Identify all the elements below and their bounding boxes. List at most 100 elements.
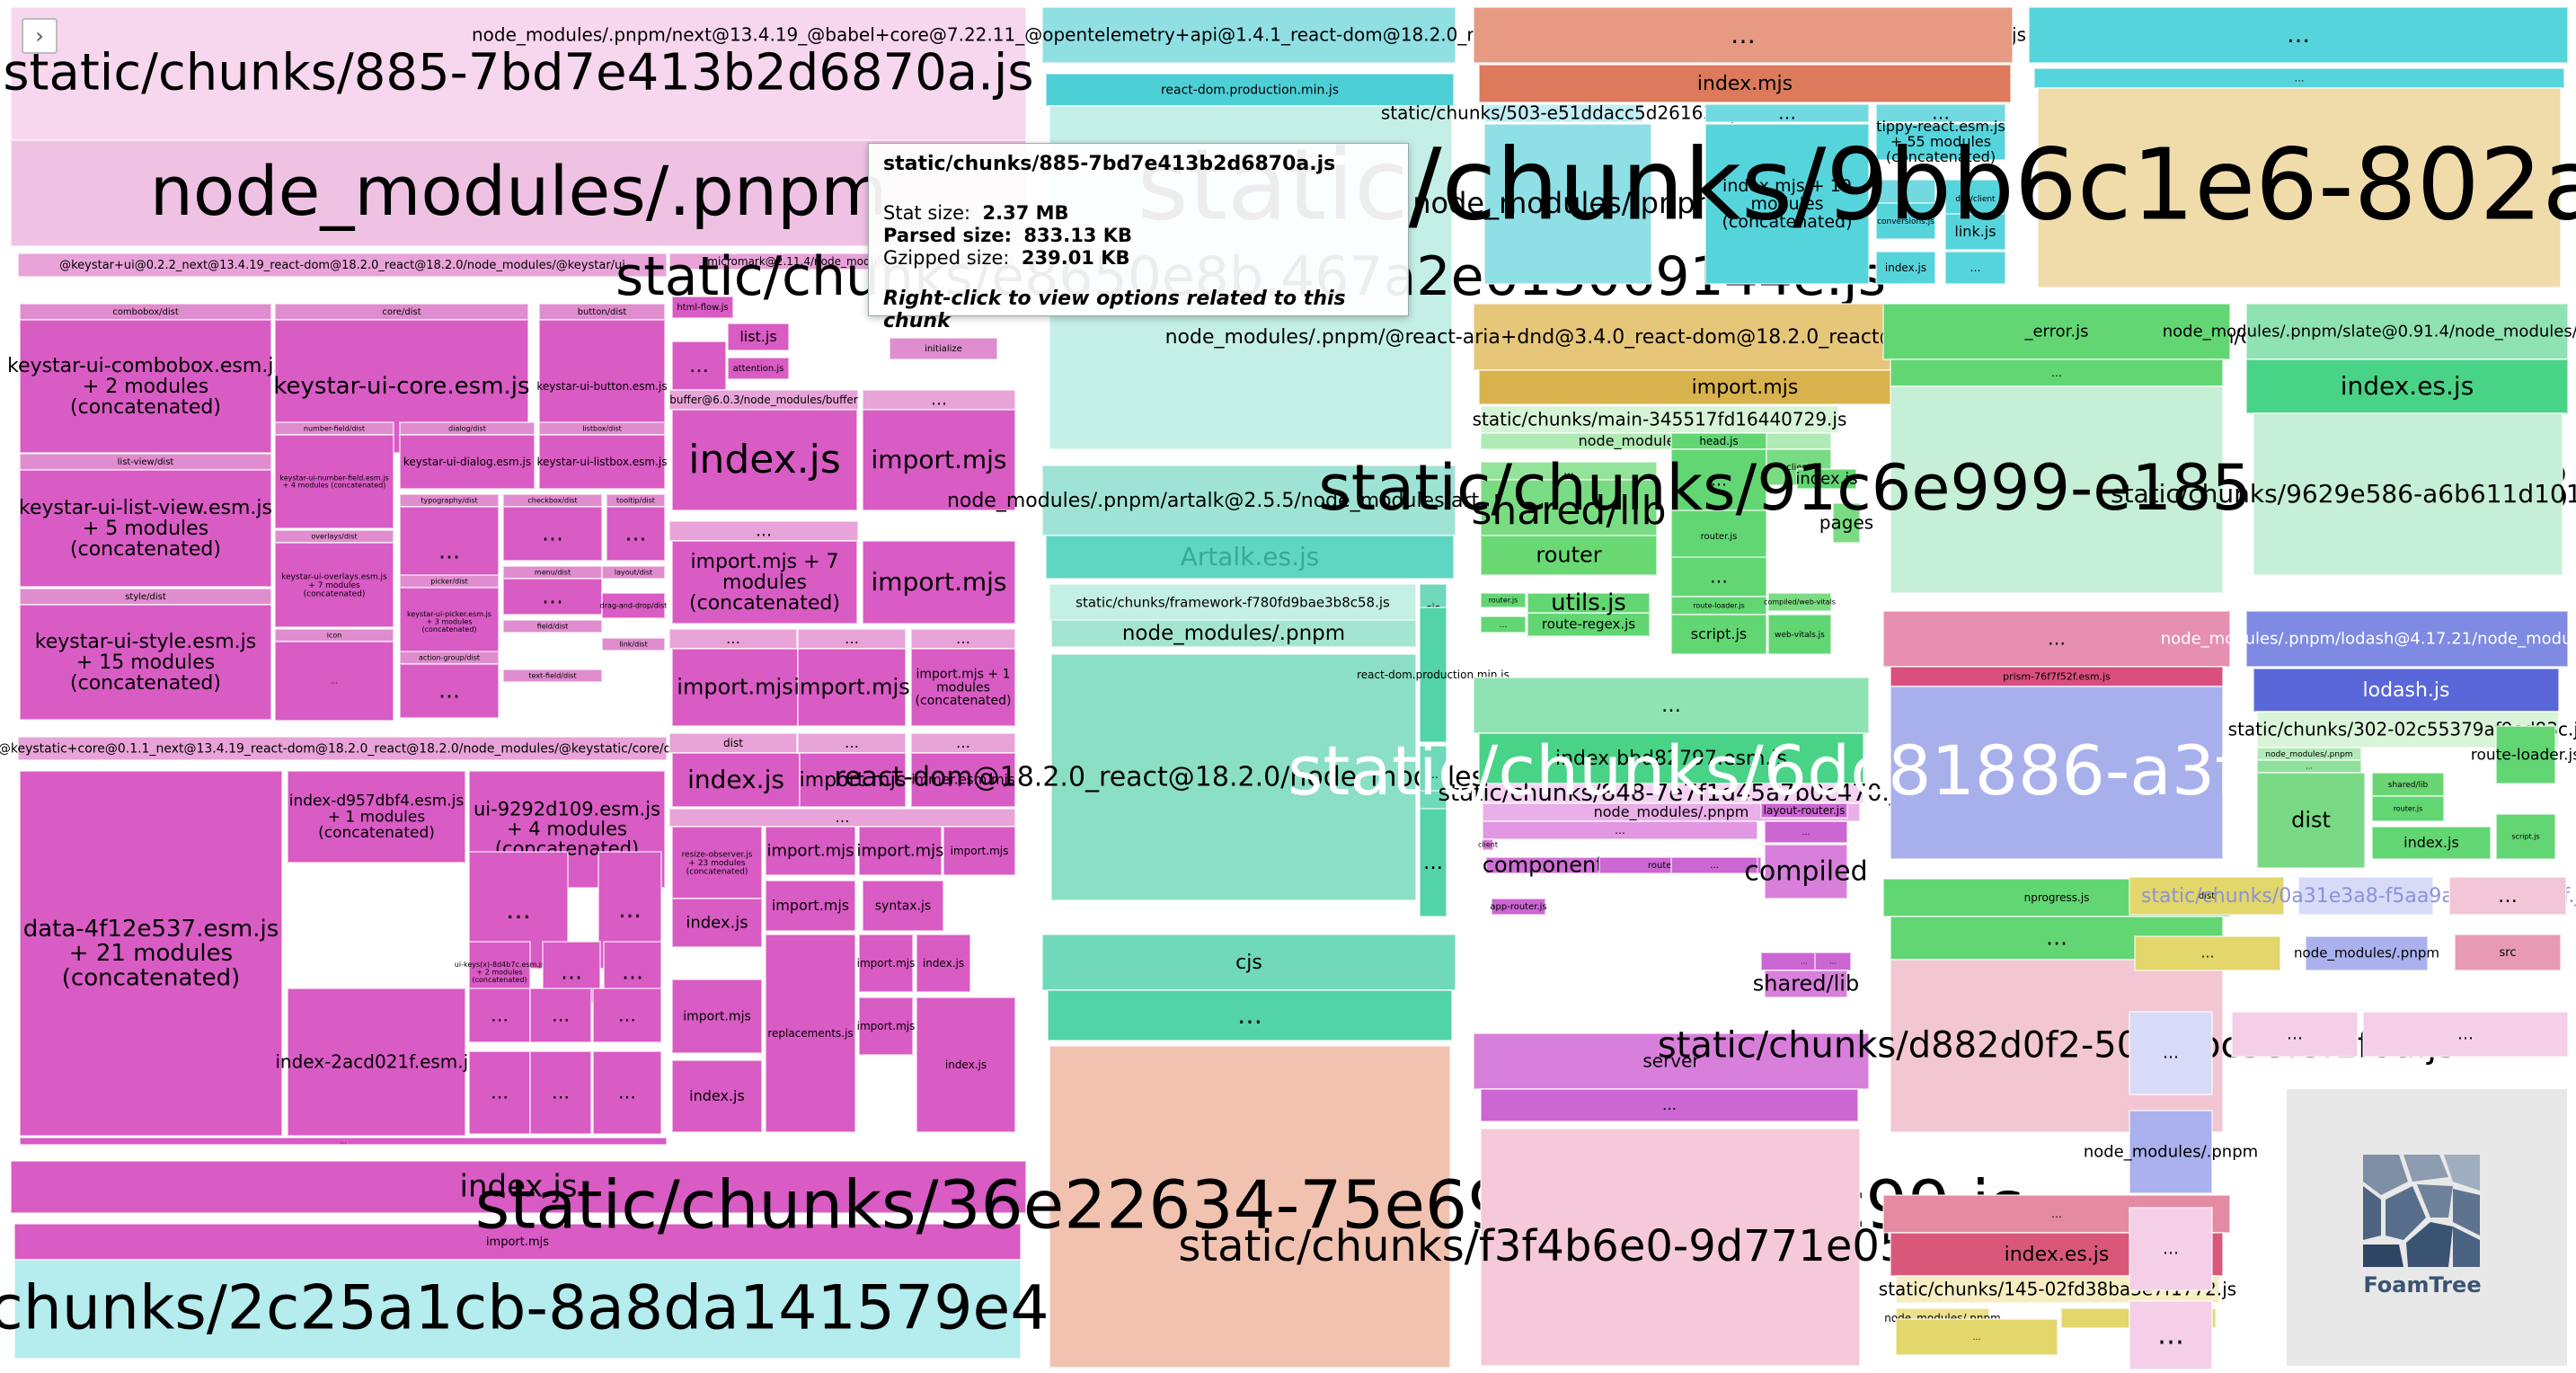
treemap-cell[interactable]: …	[19, 1137, 668, 1146]
treemap-cell[interactable]: compiled	[1744, 844, 1868, 899]
treemap-cell[interactable]: node_modules/.pnpm	[1480, 432, 1832, 450]
treemap-cell[interactable]: …	[797, 732, 907, 754]
treemap-cell[interactable]: keystar-ui-dialog.esm.js	[399, 434, 536, 490]
treemap-cell[interactable]: …	[1047, 989, 1453, 1041]
treemap-cell[interactable]: index.js	[916, 934, 971, 993]
treemap-cell[interactable]: script.js	[2495, 813, 2556, 860]
treemap-cell[interactable]: router.js	[2371, 795, 2445, 822]
treemap-cell[interactable]: import.mjs	[943, 826, 1016, 876]
treemap-cell[interactable]: …	[1482, 820, 1758, 840]
treemap-cell[interactable]: import.mjs	[671, 648, 799, 727]
treemap-cell[interactable]: checkbox/dist	[502, 493, 603, 508]
treemap-cell[interactable]: …	[2028, 6, 2569, 64]
treemap-cell[interactable]: import.mjs	[765, 826, 856, 876]
treemap-cell[interactable]: node_modules/.pnpm	[1050, 619, 1417, 648]
treemap-cell[interactable]: …	[2256, 759, 2362, 774]
treemap-cell[interactable]: …	[1480, 1088, 1859, 1122]
treemap-cell[interactable]: …	[502, 578, 603, 616]
treemap-cell[interactable]: components	[1483, 853, 1616, 878]
treemap-cell[interactable]: prism-76f7f52f.esm.js	[1890, 666, 2224, 687]
treemap-cell[interactable]: …	[2129, 1207, 2213, 1291]
treemap-cell[interactable]: …	[468, 1050, 531, 1135]
treemap-cell[interactable]: data-4f12e537.esm.js + 21 modules (concate…	[19, 770, 283, 1137]
treemap-cell[interactable]: index-d957dbf4.esm.js + 1 modules (concate…	[287, 770, 466, 864]
treemap-cell[interactable]: icon	[274, 628, 394, 642]
treemap-cell[interactable]: node_modules/.pnpm	[2256, 747, 2362, 761]
treemap-cell[interactable]: picker/dist	[399, 574, 500, 589]
treemap-cell[interactable]: layout/dist	[601, 565, 666, 580]
treemap-cell[interactable]: …	[1473, 6, 2014, 64]
treemap-cell[interactable]: import.mjs	[671, 979, 763, 1054]
treemap-cell[interactable]: import.mjs	[793, 648, 910, 727]
treemap-cell[interactable]: import.mjs + 1 modules (concatenated)	[910, 648, 1016, 727]
treemap-cell[interactable]: keystar-ui-overlays.esm.js + 7 modules (co…	[274, 542, 394, 628]
treemap-cell[interactable]: …	[2231, 1011, 2359, 1058]
treemap-cell[interactable]: …	[910, 732, 1016, 754]
treemap-cell[interactable]: router.js	[1480, 592, 1527, 608]
treemap-cell[interactable]: typography/dist	[399, 493, 500, 508]
treemap-cell[interactable]: src	[2454, 934, 2562, 971]
treemap-cell[interactable]: …	[797, 628, 907, 650]
treemap-cell[interactable]: attention.js	[727, 357, 790, 380]
treemap-cell[interactable]: static/chunks/503-e51ddacc5d261633.js	[1381, 102, 1746, 123]
treemap-cell[interactable]: listbox/dist	[538, 421, 666, 436]
treemap-cell[interactable]: node_modules/.pnpm	[2294, 935, 2439, 971]
treemap-cell[interactable]: static/chunks/main-345517fd16440729.js	[1473, 405, 1847, 434]
treemap-cell[interactable]: resize-observer.js + 23 modules (concatena…	[671, 826, 763, 899]
treemap-cell[interactable]: text-field/dist	[502, 669, 603, 683]
treemap-cell[interactable]: index.mjs	[1478, 64, 2012, 103]
treemap-cell[interactable]: …	[1814, 952, 1852, 971]
treemap-cell[interactable]: …	[1480, 616, 1527, 633]
treemap-cell[interactable]: shared/lib	[1753, 970, 1859, 998]
treemap-cell[interactable]: index-2acd021f.esm.js	[275, 988, 478, 1137]
treemap-cell[interactable]: …	[529, 988, 592, 1043]
treemap-cell[interactable]: …	[592, 1050, 662, 1135]
treemap-cell[interactable]: …	[668, 520, 859, 542]
treemap-cell[interactable]: overlays/dist	[274, 529, 394, 544]
treemap-cell[interactable]: …	[668, 628, 798, 650]
treemap-cell[interactable]: dist	[668, 732, 798, 754]
treemap-cell[interactable]: Artalk.es.js	[1045, 535, 1455, 580]
treemap-cell[interactable]: …	[1890, 359, 2224, 387]
treemap-cell[interactable]: buffer@6.0.3/node_modules/buffer	[668, 389, 859, 411]
treemap-cell[interactable]: import.mjs + 7 modules (concatenated)	[671, 540, 858, 624]
treemap-cell[interactable]: …	[399, 663, 500, 719]
treemap-cell[interactable]: link/dist	[601, 637, 666, 651]
treemap-cell[interactable]: @keystatic+core@0.1.1_next@13.4.19_react…	[0, 736, 687, 761]
treemap-cell[interactable]: lodash.js	[2253, 668, 2560, 713]
treemap-cell[interactable]: …	[2362, 1011, 2569, 1058]
treemap-cell[interactable]: utils.js	[1527, 589, 1651, 616]
treemap-cell[interactable]: index.js	[2371, 826, 2492, 860]
treemap-cell[interactable]: index.js	[671, 409, 858, 511]
treemap-cell[interactable]: keystar-ui-listbox.esm.js	[537, 434, 668, 490]
treemap-cell[interactable]: …	[2134, 935, 2281, 971]
treemap-cell[interactable]: keystar-ui-list-view.esm.js + 5 modules (c…	[19, 469, 272, 588]
treemap-cell[interactable]: client	[1478, 838, 1498, 851]
treemap-cell[interactable]: import.mjs	[856, 826, 944, 876]
treemap-cell[interactable]: …	[468, 988, 531, 1043]
treemap-cell[interactable]: …	[671, 341, 727, 391]
treemap-cell[interactable]: number-field/dist	[274, 421, 394, 436]
treemap-cell[interactable]: style/dist	[19, 588, 272, 606]
treemap-cell[interactable]: …	[2448, 876, 2567, 916]
treemap-cell[interactable]: index.js	[671, 1059, 763, 1133]
treemap-cell[interactable]: …	[274, 641, 394, 722]
treemap-cell[interactable]: script.js	[1670, 614, 1767, 655]
treemap-cell[interactable]: combobox/dist	[19, 303, 272, 321]
treemap-cell[interactable]: dist	[2256, 772, 2366, 869]
treemap-cell[interactable]: …	[668, 808, 1016, 828]
treemap-cell[interactable]: …	[910, 628, 1016, 650]
treemap-cell[interactable]: …	[1944, 251, 2006, 285]
treemap-cell[interactable]: keystar-ui-picker.esm.js + 3 modules (conc…	[399, 587, 500, 657]
treemap-cell[interactable]: index.es.js	[2245, 359, 2569, 414]
treemap-cell[interactable]: @keystar+ui@0.2.2_next@13.4.19_react-dom…	[17, 252, 668, 278]
treemap-cell[interactable]: syntax.js	[862, 880, 944, 932]
treemap-cell[interactable]: index.js	[1875, 251, 1936, 285]
treemap-cell[interactable]: …	[1473, 677, 1870, 734]
treemap-cell[interactable]: action-group/dist	[399, 651, 500, 665]
treemap-cell[interactable]: …	[529, 1050, 592, 1135]
treemap-cell[interactable]: index.js	[671, 752, 801, 808]
treemap-cell[interactable]: …	[592, 988, 662, 1043]
treemap-cell[interactable]: …	[1895, 1318, 2058, 1356]
treemap-cell[interactable]: compiled/web-vitals	[1764, 592, 1836, 612]
